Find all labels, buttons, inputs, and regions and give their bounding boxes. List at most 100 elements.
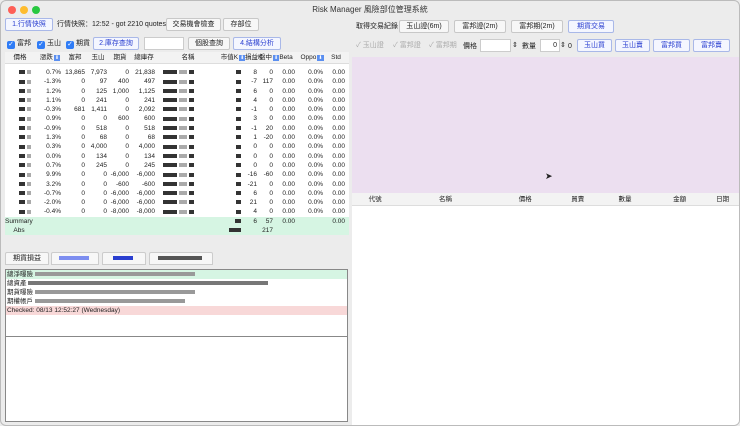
- column-header[interactable]: 損益K: [245, 52, 262, 64]
- stock-code-input[interactable]: [144, 37, 184, 50]
- fubon-buy-button[interactable]: 富邦買: [653, 39, 690, 52]
- column-header[interactable]: Beta: [275, 52, 297, 64]
- trade-column-header[interactable]: 數量: [598, 193, 653, 206]
- save-position-button[interactable]: 存部位: [223, 18, 259, 31]
- checkbox-futures[interactable]: ✓ 期貨: [66, 38, 90, 50]
- table-cell: 0.00: [332, 189, 345, 197]
- structure-analysis-button[interactable]: 4.結構分析: [233, 37, 281, 50]
- esun-stock-button[interactable]: 玉山證(6m): [399, 20, 449, 33]
- log-area[interactable]: 總淨曝險 總資產 期貨曝險 期權帳戶 Checked: 08/13 12:52:…: [5, 269, 348, 337]
- redacted-text: [229, 228, 241, 233]
- table-row[interactable]: 0.7% 0 245 0 245 0 0 0.00 0.0% 0.00: [5, 161, 349, 170]
- trade-column-header[interactable]: 代號: [352, 193, 398, 206]
- checkbox-fubon[interactable]: ✓ 富邦: [7, 38, 31, 50]
- fubon-stock-button[interactable]: 富邦證(2m): [454, 20, 506, 33]
- price-stepper[interactable]: ⇕: [512, 39, 518, 52]
- table-row[interactable]: 0.3% 0 4,000 0 4,000 0 0 0.00 0.0% 0.00: [5, 142, 349, 151]
- trade-column-header[interactable]: 價格: [493, 193, 558, 206]
- table-row[interactable]: 1.1% 0 241 0 241 4 0 0.00 0.0% 0.00: [5, 96, 349, 105]
- table-cell: 0.00: [282, 69, 295, 76]
- table-row[interactable]: 3.2% 0 0 -600 -600 -21 0 0.00 0.0% 0.00: [5, 180, 349, 189]
- table-row[interactable]: 1.2% 0 125 1,000 1,125 6 0 0.00 0.0% 0.00: [5, 87, 349, 96]
- inventory-query-button[interactable]: 2.庫存查詢: [93, 37, 139, 50]
- trade-column-header[interactable]: 金額: [652, 193, 707, 206]
- title-bar: Risk Manager 風險部位管理系統: [1, 1, 739, 19]
- table-row[interactable]: 1.3% 0 68 0 68 1 -20 0.00 0.0% 0.00: [5, 133, 349, 142]
- tab-4[interactable]: [149, 252, 213, 265]
- column-header[interactable]: Oppo ⬇: [297, 52, 327, 64]
- column-header[interactable]: 富邦: [63, 52, 87, 64]
- table-row[interactable]: 0.9% 0 0 600 600 3 0 0.00 0.0% 0.00: [5, 114, 349, 123]
- table-row[interactable]: -2.0% 0 0 -6,000 -6,000 21 0 0.00 0.0% 0.00: [5, 198, 349, 207]
- column-header[interactable]: 名稱: [157, 52, 219, 64]
- table-cell: 0.0%: [308, 87, 323, 95]
- column-header[interactable]: Std: [325, 52, 347, 64]
- opportunity-check-button[interactable]: 交易機會檢查: [166, 18, 221, 31]
- trade-column-header[interactable]: 名稱: [398, 193, 493, 206]
- checkbox-esun[interactable]: ✓ 玉山: [37, 38, 61, 50]
- table-row[interactable]: 0.7% 13,865 7,973 0 21,838 8 0 0.00 0.0% 0.00: [5, 68, 349, 77]
- table-cell: 1.1%: [46, 96, 61, 104]
- redacted-text: [236, 200, 241, 205]
- option-esun[interactable]: ✓ 玉山證: [356, 40, 384, 52]
- table-row[interactable]: -0.3% 681 1,411 0 2,092 -1 0 0.00 0.0% 0.00: [5, 105, 349, 114]
- qty-stepper[interactable]: ⇕: [560, 39, 566, 52]
- table-row[interactable]: -0.7% 0 0 -6,000 -6,000 6 0 0.00 0.0% 0.00: [5, 189, 349, 198]
- table-cell: [157, 170, 217, 179]
- snapshot-button[interactable]: 1.行情快照: [5, 18, 53, 31]
- table-cell: 0.00: [282, 143, 295, 151]
- column-header[interactable]: 價格: [5, 52, 35, 64]
- table-cell: -6,000: [136, 199, 155, 207]
- redacted-text: [27, 209, 31, 214]
- table-cell: [5, 198, 33, 207]
- tab-futures-pnl[interactable]: 期貨損益: [5, 252, 49, 265]
- column-header[interactable]: 漲跌 ⬇: [35, 52, 65, 64]
- trade-column-header[interactable]: 日期: [707, 193, 739, 206]
- table-row[interactable]: -1.3% 0 97 400 497 -7 117 0.00 0.0% 0.00: [5, 77, 349, 86]
- column-header[interactable]: 市值K ⬇: [219, 52, 247, 64]
- mouse-cursor-icon: ➤: [545, 171, 553, 181]
- option-fubon[interactable]: ✓ 富邦證: [393, 40, 421, 52]
- table-cell: 0.0%: [308, 124, 323, 132]
- fubon-futures-button[interactable]: 富邦期(2m): [511, 20, 563, 33]
- log-line: 期貨曝險: [6, 288, 347, 297]
- column-header[interactable]: 玉山: [87, 52, 109, 64]
- futures-trade-button[interactable]: 期貨交易: [568, 20, 614, 33]
- table-cell: 0: [81, 96, 85, 104]
- minimize-icon[interactable]: [20, 6, 28, 14]
- table-row[interactable]: 0.0% 0 134 0 134 0 0 0.00 0.0% 0.00: [5, 152, 349, 161]
- qty-input[interactable]: 0: [540, 39, 560, 52]
- close-icon[interactable]: [8, 6, 16, 14]
- table-cell: 4: [253, 208, 257, 216]
- table-cell: -0.9%: [44, 124, 61, 132]
- redacted-text: [236, 181, 241, 186]
- table-row[interactable]: 9.9% 0 0 -6,000 -6,000 -16 -60 0.00 0.0% 0.00: [5, 170, 349, 179]
- tab-3[interactable]: [102, 252, 146, 265]
- table-cell: 241: [96, 96, 107, 104]
- table-row[interactable]: -0.4% 0 0 -8,000 -8,000 4 0 0.00 0.0% 0.00: [5, 207, 349, 216]
- esun-buy-button[interactable]: 玉山買: [577, 39, 612, 52]
- trade-column-header[interactable]: 買賣: [558, 193, 598, 206]
- table-cell: 0: [103, 180, 107, 188]
- table-cell: [5, 68, 33, 77]
- table-cell: 0.00: [332, 96, 345, 104]
- output-area[interactable]: [5, 336, 348, 422]
- sort-icon[interactable]: ⬇: [317, 55, 324, 61]
- esun-sell-button[interactable]: 玉山賣: [615, 39, 650, 52]
- table-cell: [219, 77, 243, 86]
- table-row[interactable]: -0.9% 0 518 0 518 -1 20 0.00 0.0% 0.00: [5, 124, 349, 133]
- stock-query-button[interactable]: 個股查詢: [188, 37, 230, 50]
- column-header[interactable]: 期貨: [109, 52, 131, 64]
- sort-icon[interactable]: ⬇: [53, 55, 61, 61]
- option-fubon-futures[interactable]: ✓ 富邦期: [429, 40, 457, 52]
- redacted-text: [236, 79, 241, 84]
- log-line: 期權帳戶: [6, 297, 347, 306]
- price-input[interactable]: [480, 39, 511, 52]
- log-line: 總淨曝險: [6, 270, 347, 279]
- tab-2[interactable]: [51, 252, 99, 265]
- table-cell: 0.7%: [46, 69, 61, 76]
- maximize-icon[interactable]: [32, 6, 40, 14]
- column-header[interactable]: 總庫存: [131, 52, 157, 64]
- fubon-sell-button[interactable]: 富邦賣: [693, 39, 730, 52]
- redacted-text: [163, 135, 177, 140]
